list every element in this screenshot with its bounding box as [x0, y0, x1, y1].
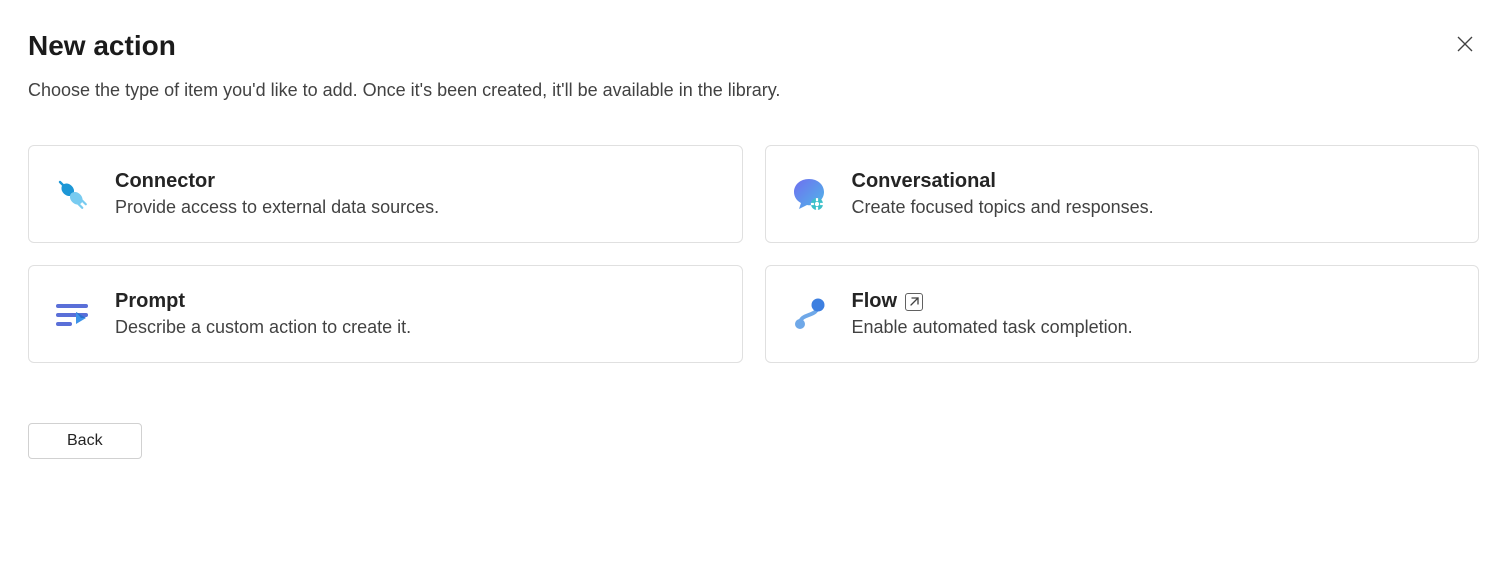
card-desc: Provide access to external data sources.: [115, 197, 439, 218]
flow-icon: [788, 293, 830, 335]
close-button[interactable]: [1451, 30, 1479, 61]
card-conversational[interactable]: Conversational Create focused topics and…: [765, 145, 1480, 243]
card-desc: Describe a custom action to create it.: [115, 317, 411, 338]
action-type-grid: Connector Provide access to external dat…: [28, 145, 1479, 363]
card-desc: Enable automated task completion.: [852, 317, 1133, 338]
card-title: Prompt: [115, 290, 185, 313]
card-title: Conversational: [852, 170, 996, 193]
connector-icon: [51, 173, 93, 215]
card-desc: Create focused topics and responses.: [852, 197, 1154, 218]
close-icon: [1455, 34, 1475, 57]
card-prompt[interactable]: Prompt Describe a custom action to creat…: [28, 265, 743, 363]
card-title: Connector: [115, 170, 215, 193]
conversational-icon: [788, 173, 830, 215]
page-subtitle: Choose the type of item you'd like to ad…: [28, 80, 1479, 101]
external-link-icon: [905, 293, 923, 311]
card-title: Flow: [852, 290, 898, 313]
prompt-icon: [51, 293, 93, 335]
page-title: New action: [28, 30, 176, 62]
back-button[interactable]: Back: [28, 423, 142, 459]
card-connector[interactable]: Connector Provide access to external dat…: [28, 145, 743, 243]
card-flow[interactable]: Flow Enable automated task completion.: [765, 265, 1480, 363]
